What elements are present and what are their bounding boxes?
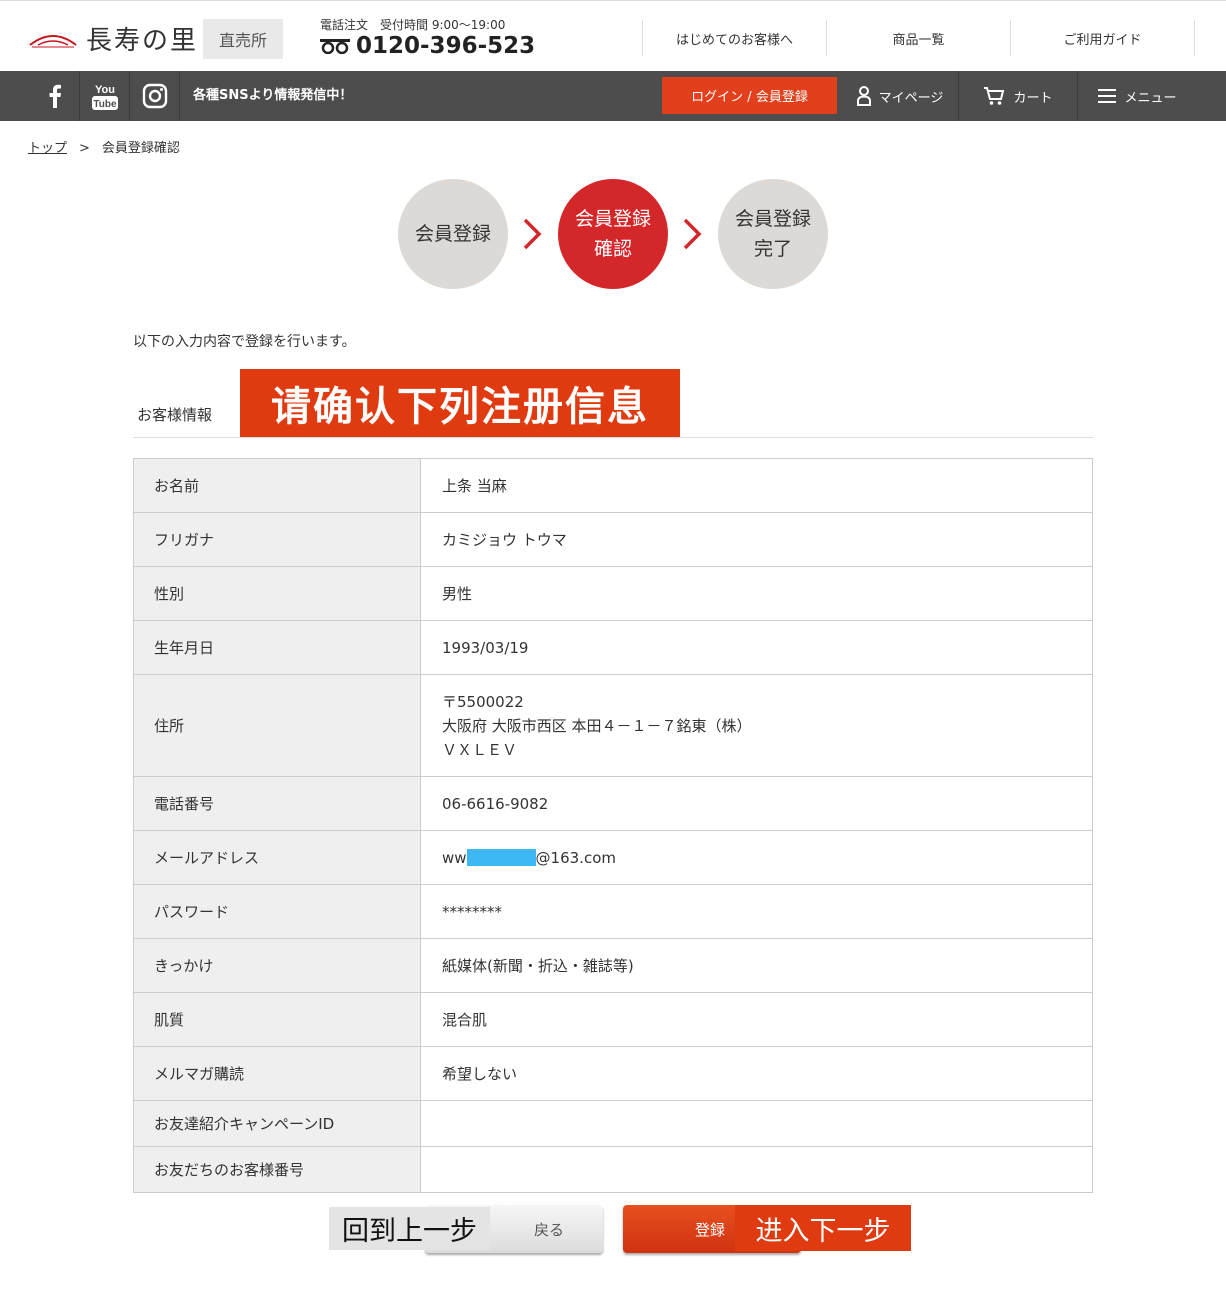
mypage-label: マイページ xyxy=(878,90,944,106)
table-row: お友だちのお客様番号 xyxy=(134,1147,1092,1193)
section-divider xyxy=(133,437,1093,438)
email-redaction xyxy=(466,849,536,866)
row-value-referral-source: 紙媒体(新聞・折込・雑誌等) xyxy=(442,957,634,975)
phone-number[interactable]: 0120-396-523 xyxy=(320,33,535,59)
table-row: メルマガ購読 希望しない xyxy=(134,1047,1092,1101)
row-label-birthdate: 生年月日 xyxy=(134,621,421,674)
facebook-link[interactable] xyxy=(30,71,80,121)
facebook-icon xyxy=(49,84,61,108)
register-button-label: 登録 xyxy=(695,1220,726,1239)
row-value-newsletter: 希望しない xyxy=(442,1065,518,1083)
table-row: 生年月日 1993/03/19 xyxy=(134,621,1092,675)
row-label-newsletter: メルマガ購読 xyxy=(134,1047,421,1100)
user-icon xyxy=(856,86,871,106)
submit-overlay-label[interactable]: 进入下一步 xyxy=(735,1205,911,1251)
row-label-skin-type: 肌質 xyxy=(134,993,421,1046)
top-nav: はじめてのお客様へ 商品一覧 ご利用ガイド xyxy=(642,20,1195,56)
address-building: ＶＸＬＥＶ xyxy=(442,740,518,759)
table-row: 電話番号 06-6616-9082 xyxy=(134,777,1092,831)
table-row: パスワード ******** xyxy=(134,885,1092,939)
svg-text:Tube: Tube xyxy=(93,99,117,110)
table-row: 性別 男性 xyxy=(134,567,1092,621)
row-label-referral-source: きっかけ xyxy=(134,939,421,992)
table-row: きっかけ 紙媒体(新聞・折込・雑誌等) xyxy=(134,939,1092,993)
breadcrumb-home[interactable]: トップ xyxy=(28,141,67,156)
customer-info-table: お名前 上条 当麻 フリガナ カミジョウ トウマ 性別 男性 生年月日 1993… xyxy=(133,458,1093,1193)
email-prefix: ww xyxy=(442,848,467,867)
row-label-name: お名前 xyxy=(134,459,421,512)
menu-icon xyxy=(1098,89,1117,103)
phone-label: 電話注文 受付時間 9:00〜19:00 xyxy=(320,18,506,32)
row-label-gender: 性別 xyxy=(134,567,421,620)
instagram-link[interactable] xyxy=(130,71,180,121)
step-arrow-icon xyxy=(683,218,702,250)
row-value-phone: 06-6616-9082 xyxy=(442,794,549,813)
row-label-address: 住所 xyxy=(134,675,421,776)
row-value-gender: 男性 xyxy=(442,585,473,603)
breadcrumb-separator: > xyxy=(79,141,90,156)
row-value-birthdate: 1993/03/19 xyxy=(442,638,529,657)
cart-button[interactable]: カート xyxy=(958,71,1077,121)
breadcrumb-current: 会員登録確認 xyxy=(101,141,180,156)
table-row: お名前 上条 当麻 xyxy=(134,459,1092,513)
step-complete-line2: 完了 xyxy=(753,238,792,260)
table-row: メールアドレス ww @163.com xyxy=(134,831,1092,885)
row-label-email: メールアドレス xyxy=(134,831,421,884)
section-label: お客様情報 xyxy=(137,406,213,424)
svg-text:You: You xyxy=(95,84,115,96)
menu-label: メニュー xyxy=(1124,90,1177,106)
row-value-friend-number xyxy=(421,1147,1092,1192)
back-button-label: 戻る xyxy=(533,1220,564,1239)
nav-first-time[interactable]: はじめてのお客様へ xyxy=(642,20,826,56)
row-value-email: ww @163.com xyxy=(421,831,1092,884)
logo-mark-icon xyxy=(29,35,77,48)
section-banner: 请确认下列注册信息 xyxy=(240,369,680,437)
logo-text: 長寿の里 xyxy=(86,25,199,56)
back-overlay-label[interactable]: 回到上一步 xyxy=(329,1207,490,1250)
step-confirm-line1: 会員登録 xyxy=(574,208,651,230)
step-confirm-line2: 確認 xyxy=(593,238,632,260)
instagram-icon xyxy=(142,83,167,109)
site-logo[interactable]: 長寿の里 xyxy=(28,18,198,58)
address-postal-code: 〒5500022 xyxy=(442,692,524,711)
mypage-button[interactable]: マイページ xyxy=(842,71,958,121)
email-suffix: @163.com xyxy=(535,848,616,867)
phone-number-text: 0120-396-523 xyxy=(356,33,536,59)
table-row: 肌質 混合肌 xyxy=(134,993,1092,1047)
row-label-furigana: フリガナ xyxy=(134,513,421,566)
row-value-password: ******** xyxy=(442,902,502,921)
table-row: 住所 〒5500022 大阪府 大阪市西区 本田４－１－７銘東（株） ＶＸＬＥＶ xyxy=(134,675,1092,777)
step-complete-line1: 会員登録 xyxy=(734,208,811,230)
sns-text: 各種SNSより情報発信中！ xyxy=(193,88,353,103)
step-confirm: 会員登録 確認 xyxy=(558,179,668,289)
step-arrow-icon xyxy=(523,218,542,250)
table-row: お友達紹介キャンペーンID xyxy=(134,1101,1092,1147)
menu-button[interactable]: メニュー xyxy=(1077,71,1197,121)
row-value-name: 上条 当麻 xyxy=(442,477,507,495)
row-label-password: パスワード xyxy=(134,885,421,938)
address-line: 大阪府 大阪市西区 本田４－１－７銘東（株） xyxy=(442,716,752,735)
row-value-address: 〒5500022 大阪府 大阪市西区 本田４－１－７銘東（株） ＶＸＬＥＶ xyxy=(421,675,1092,776)
row-label-phone: 電話番号 xyxy=(134,777,421,830)
intro-text: 以下の入力内容で登録を行います。 xyxy=(133,334,356,350)
step-register: 会員登録 xyxy=(398,179,508,289)
row-label-campaign-id: お友達紹介キャンペーンID xyxy=(134,1101,421,1146)
nav-products[interactable]: 商品一覧 xyxy=(826,20,1010,56)
logo-tag: 直売所 xyxy=(203,19,283,59)
row-value-furigana: カミジョウ トウマ xyxy=(442,531,567,549)
free-dial-icon xyxy=(320,39,350,54)
cart-icon xyxy=(984,87,1005,105)
row-value-campaign-id xyxy=(421,1101,1092,1146)
breadcrumb: トップ > 会員登録確認 xyxy=(28,137,180,156)
table-row: フリガナ カミジョウ トウマ xyxy=(134,513,1092,567)
login-register-button[interactable]: ログイン / 会員登録 xyxy=(662,77,837,114)
row-value-skin-type: 混合肌 xyxy=(442,1011,488,1029)
nav-guide[interactable]: ご利用ガイド xyxy=(1010,20,1195,56)
cart-label: カート xyxy=(1013,90,1053,106)
youtube-icon: You Tube xyxy=(91,84,118,110)
step-register-line1: 会員登録 xyxy=(414,223,491,245)
row-label-friend-number: お友だちのお客様番号 xyxy=(134,1147,421,1192)
step-complete: 会員登録 完了 xyxy=(718,179,828,289)
youtube-link[interactable]: You Tube xyxy=(80,71,130,121)
